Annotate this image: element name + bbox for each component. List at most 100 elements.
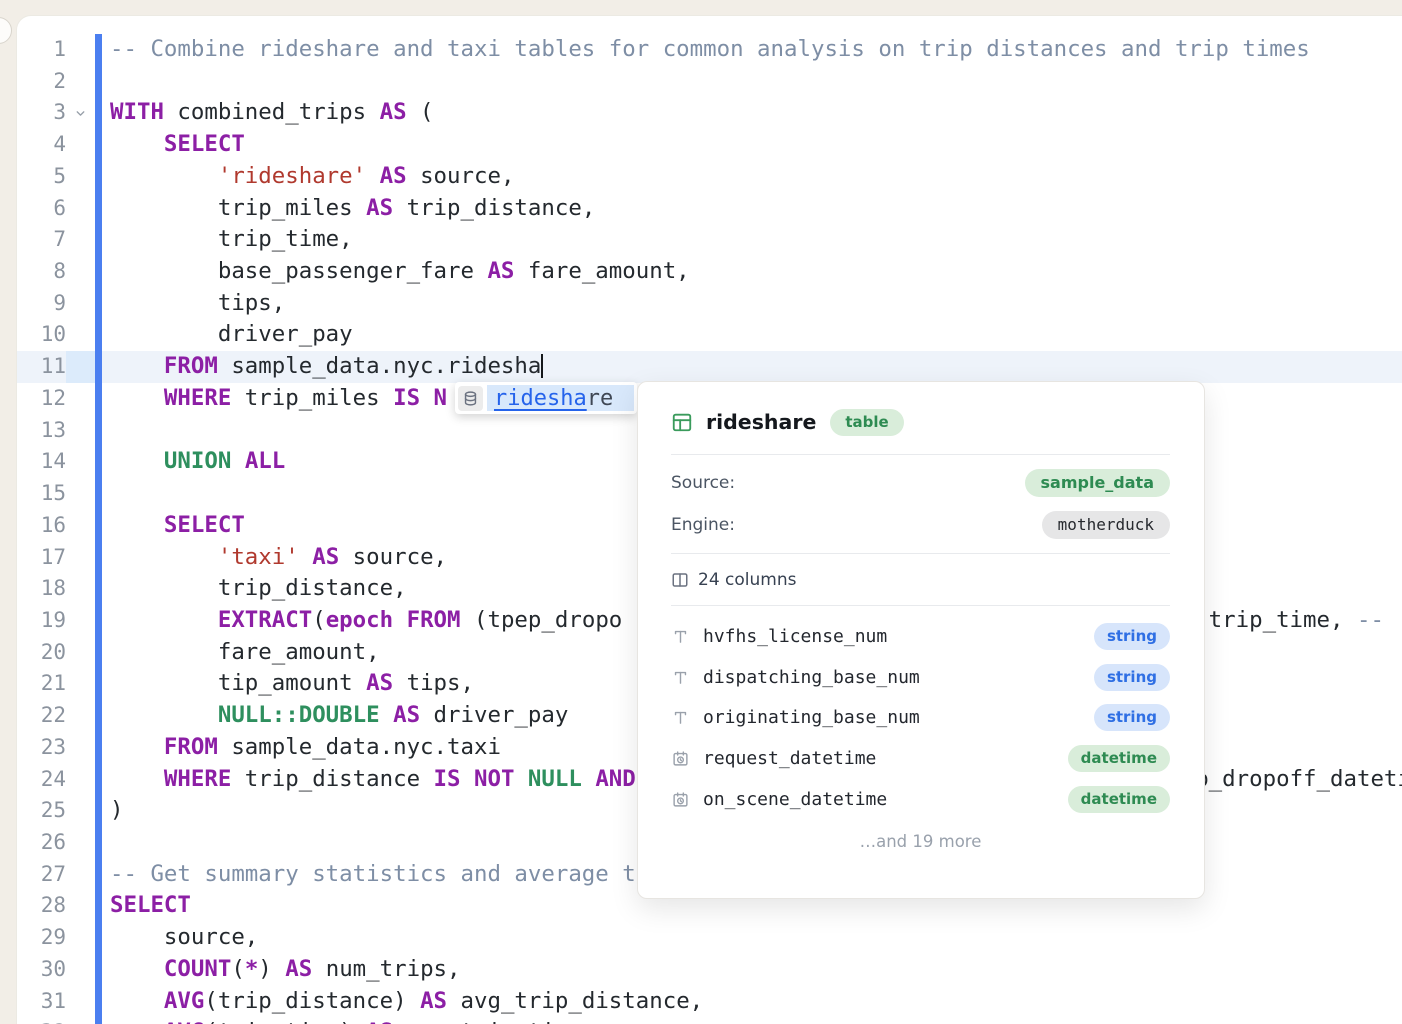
line-number[interactable]: 10 (17, 319, 66, 351)
calendar-clock-icon (671, 750, 690, 767)
line-number[interactable]: 6 (17, 193, 66, 225)
line-number[interactable]: 9 (17, 288, 66, 320)
code-text[interactable]: driver_pay (102, 319, 1402, 351)
code-text[interactable]: -- Combine rideshare and taxi tables for… (102, 34, 1402, 66)
code-line[interactable]: 10 driver_pay (17, 319, 1402, 351)
fold-chevron-down-icon[interactable] (66, 97, 95, 129)
code-text[interactable]: FROM sample_data.nyc.ridesha (102, 351, 1402, 383)
gutter-accent-bar (95, 161, 102, 193)
line-number[interactable]: 15 (17, 478, 66, 510)
code-line[interactable]: 7 trip_time, (17, 224, 1402, 256)
line-number[interactable]: 28 (17, 890, 66, 922)
syntax-kw: SELECT (110, 892, 191, 918)
fold-gutter (66, 542, 95, 574)
syntax-kw: AS (366, 670, 393, 696)
syntax-plain: combined_trips (164, 99, 380, 125)
syntax-kw: WHERE (164, 385, 231, 411)
code-line[interactable]: 9 tips, (17, 288, 1402, 320)
line-number[interactable]: 5 (17, 161, 66, 193)
line-number[interactable]: 7 (17, 224, 66, 256)
syntax-kw: epoch (326, 607, 393, 633)
code-line[interactable]: 3 WITH combined_trips AS ( (17, 97, 1402, 129)
column-row[interactable]: originating_base_numstring (671, 697, 1170, 738)
column-name: originating_base_num (703, 707, 1094, 728)
code-text[interactable]: AVG(trip_time) AS avg_trip_time, (102, 1017, 1402, 1024)
autocomplete-item-rideshare[interactable]: rideshare (487, 385, 634, 411)
column-row[interactable]: on_scene_datetimedatetime (671, 779, 1170, 820)
code-line[interactable]: 4 SELECT (17, 129, 1402, 161)
line-number[interactable]: 30 (17, 954, 66, 986)
code-line[interactable]: 8 base_passenger_fare AS fare_amount, (17, 256, 1402, 288)
code-line[interactable]: 6 trip_miles AS trip_distance, (17, 193, 1402, 225)
gutter-accent-bar (95, 415, 102, 447)
syntax-plain: tip_amount (110, 670, 366, 696)
column-row[interactable]: hvfhs_license_numstring (671, 616, 1170, 657)
code-text[interactable] (102, 66, 1402, 98)
line-number[interactable]: 32 (17, 1017, 66, 1024)
line-number[interactable]: 12 (17, 383, 66, 415)
code-line[interactable]: 31 AVG(trip_distance) AS avg_trip_distan… (17, 986, 1402, 1018)
column-type-pill: datetime (1068, 745, 1170, 772)
syntax-plain: (trip_distance) (204, 988, 420, 1014)
gutter-accent-bar (95, 288, 102, 320)
line-number[interactable]: 25 (17, 795, 66, 827)
gutter-accent-bar (95, 66, 102, 98)
line-number[interactable]: 23 (17, 732, 66, 764)
syntax-kw: WITH (110, 99, 164, 125)
line-number[interactable]: 19 (17, 605, 66, 637)
autocomplete-match-text: ridesha (494, 386, 587, 411)
code-text[interactable]: source, (102, 922, 1402, 954)
line-number[interactable]: 1 (17, 34, 66, 66)
code-text[interactable]: trip_miles AS trip_distance, (102, 193, 1402, 225)
code-line[interactable]: 29 source, (17, 922, 1402, 954)
line-number[interactable]: 2 (17, 66, 66, 98)
code-text[interactable]: base_passenger_fare AS fare_amount, (102, 256, 1402, 288)
syntax-type: UNION (164, 448, 231, 474)
code-text[interactable]: tips, (102, 288, 1402, 320)
code-text[interactable]: trip_time, (102, 224, 1402, 256)
line-number[interactable]: 13 (17, 415, 66, 447)
fold-gutter (66, 34, 95, 66)
gutter-accent-bar (95, 34, 102, 66)
line-number[interactable]: 31 (17, 986, 66, 1018)
line-number[interactable]: 11 (17, 351, 66, 383)
syntax-comment: -- Get summary statistics and average tr (110, 861, 649, 887)
line-number[interactable]: 21 (17, 668, 66, 700)
line-number[interactable]: 3 (17, 97, 66, 129)
code-text[interactable]: SELECT (102, 129, 1402, 161)
table-info-card: rideshare table Source: sample_data Engi… (637, 381, 1205, 899)
line-number[interactable]: 26 (17, 827, 66, 859)
fold-gutter (66, 129, 95, 161)
app-background: 1 -- Combine rideshare and taxi tables fo… (0, 0, 1402, 1024)
column-row[interactable]: dispatching_base_numstring (671, 657, 1170, 698)
line-number[interactable]: 14 (17, 446, 66, 478)
line-number[interactable]: 4 (17, 129, 66, 161)
code-text[interactable]: COUNT(*) AS num_trips, (102, 954, 1402, 986)
line-number[interactable]: 29 (17, 922, 66, 954)
line-number[interactable]: 18 (17, 573, 66, 605)
code-line[interactable]: 32 AVG(trip_time) AS avg_trip_time, (17, 1017, 1402, 1024)
text-type-icon (671, 628, 690, 645)
code-line[interactable]: 11 FROM sample_data.nyc.ridesha (17, 351, 1402, 383)
line-number[interactable]: 22 (17, 700, 66, 732)
code-line[interactable]: 5 'rideshare' AS source, (17, 161, 1402, 193)
code-text[interactable]: 'rideshare' AS source, (102, 161, 1402, 193)
line-number[interactable]: 24 (17, 764, 66, 796)
gutter-accent-bar (95, 129, 102, 161)
line-number[interactable]: 8 (17, 256, 66, 288)
syntax-plain: fare_amount, (514, 258, 689, 284)
gutter-accent-bar (95, 986, 102, 1018)
code-line[interactable]: 30 COUNT(*) AS num_trips, (17, 954, 1402, 986)
line-number[interactable]: 16 (17, 510, 66, 542)
fold-gutter (66, 890, 95, 922)
code-text[interactable]: AVG(trip_distance) AS avg_trip_distance, (102, 986, 1402, 1018)
code-line[interactable]: 2 (17, 66, 1402, 98)
code-text[interactable]: WITH combined_trips AS ( (102, 97, 1402, 129)
line-number[interactable]: 27 (17, 859, 66, 891)
code-line[interactable]: 1 -- Combine rideshare and taxi tables fo… (17, 34, 1402, 66)
line-number[interactable]: 17 (17, 542, 66, 574)
syntax-plain: tips, (110, 290, 285, 316)
column-row[interactable]: request_datetimedatetime (671, 738, 1170, 779)
line-number[interactable]: 20 (17, 637, 66, 669)
syntax-kw: AS (393, 702, 420, 728)
